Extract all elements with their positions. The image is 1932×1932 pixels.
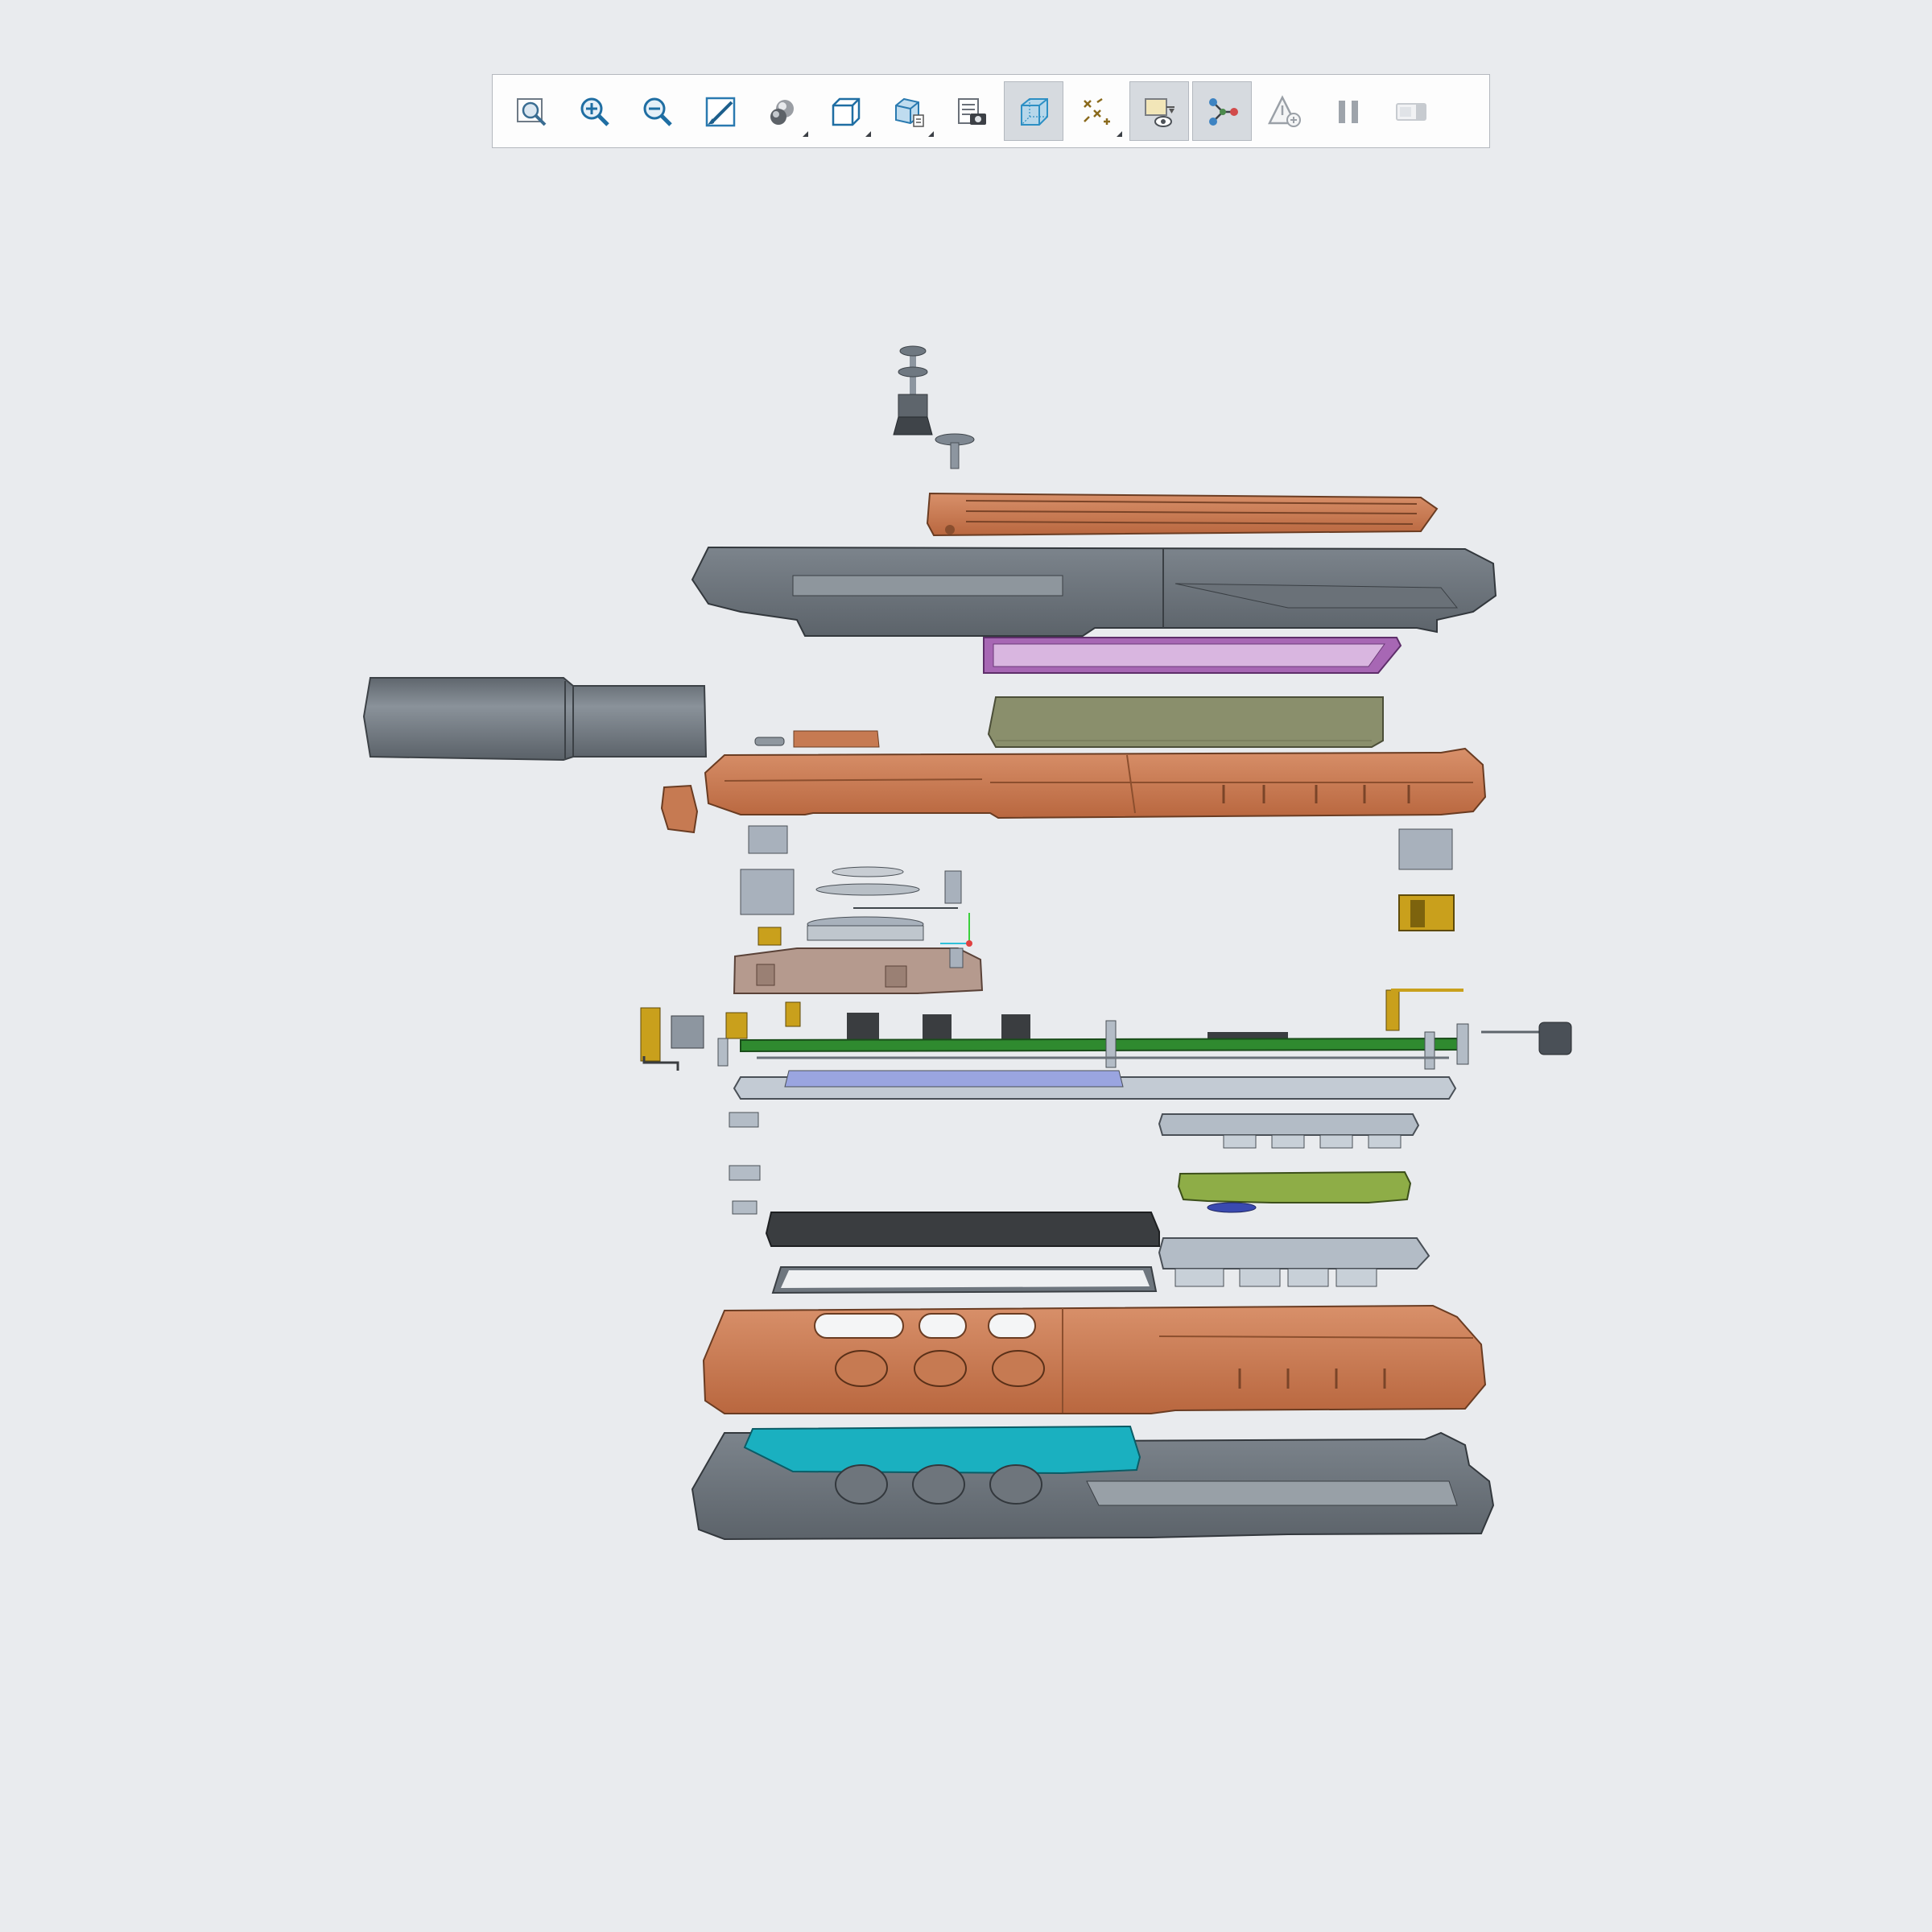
animation-icon (1396, 103, 1426, 121)
keypad-rubber[interactable] (1177, 1170, 1412, 1213)
zoom-in-button[interactable] (564, 81, 624, 141)
top-housing-shell[interactable] (691, 546, 1497, 637)
show-hide-icon (1145, 98, 1174, 127)
annotation-icon (1268, 95, 1301, 127)
axis-triad (940, 913, 972, 947)
small-block-left-1[interactable] (748, 825, 788, 854)
gold-connector[interactable] (1398, 894, 1455, 931)
standard-views-icon (832, 97, 861, 126)
assembly-structure-button[interactable] (1192, 81, 1252, 141)
zoom-out-button[interactable] (627, 81, 687, 141)
display-gasket[interactable] (983, 637, 1402, 674)
transparent-view-button[interactable] (1004, 81, 1063, 141)
side-key-copper[interactable] (660, 784, 699, 834)
pause-button[interactable] (1318, 81, 1377, 141)
section-view-button[interactable] (878, 81, 938, 141)
assembly-structure-icon (1209, 98, 1238, 126)
explode-button[interactable] (1067, 81, 1126, 141)
pause-icon (1339, 101, 1358, 123)
chevron-down-icon (865, 131, 871, 137)
battery-pack[interactable] (987, 696, 1384, 748)
main-pcb[interactable] (640, 989, 1572, 1071)
screw[interactable] (935, 433, 975, 469)
display-style-button[interactable] (753, 81, 812, 141)
antenna-cylinder[interactable] (362, 677, 708, 762)
viewer-toolbar (492, 74, 1490, 148)
section-view-icon (895, 97, 924, 127)
annotation-button[interactable] (1255, 81, 1315, 141)
animation-button[interactable] (1381, 81, 1440, 141)
show-hide-button[interactable] (1129, 81, 1189, 141)
zoom-fit-button[interactable] (502, 81, 561, 141)
lcd-frame[interactable] (733, 1070, 1457, 1100)
view-orientation-icon (705, 97, 736, 127)
small-button-cap[interactable] (754, 737, 785, 746)
3d-viewport[interactable] (0, 161, 1932, 1932)
small-part-3[interactable] (732, 1200, 758, 1215)
small-part-1[interactable] (729, 1112, 759, 1128)
keypad-support[interactable] (1158, 1237, 1430, 1287)
display-window-frame[interactable] (771, 1266, 1158, 1294)
copper-tab[interactable] (793, 730, 880, 748)
small-part-2[interactable] (729, 1165, 761, 1181)
bottom-housing-shell[interactable] (691, 1425, 1495, 1541)
snapshot-button[interactable] (941, 81, 1001, 141)
zoom-out-icon (643, 97, 672, 126)
display-panel[interactable] (765, 1212, 1160, 1247)
explode-icon (1084, 97, 1110, 125)
zoom-fit-icon (517, 98, 547, 126)
keypad-frame[interactable] (1158, 1113, 1420, 1149)
front-housing-copper[interactable] (702, 1304, 1487, 1414)
middle-housing-frame[interactable] (704, 747, 1487, 819)
chevron-down-icon (928, 131, 934, 137)
small-block-right-1[interactable] (1398, 828, 1453, 870)
small-block-left-2[interactable] (740, 869, 795, 915)
screw-stack[interactable] (893, 345, 933, 436)
chevron-down-icon (803, 131, 808, 137)
view-orientation-button[interactable] (690, 81, 749, 141)
zoom-in-icon (580, 97, 609, 126)
display-style-icon (770, 100, 794, 125)
transparent-view-icon (1021, 98, 1048, 126)
snapshot-icon (958, 98, 986, 125)
top-vent-plate[interactable] (926, 492, 1439, 537)
chevron-down-icon (1117, 131, 1122, 137)
standard-views-button[interactable] (815, 81, 875, 141)
